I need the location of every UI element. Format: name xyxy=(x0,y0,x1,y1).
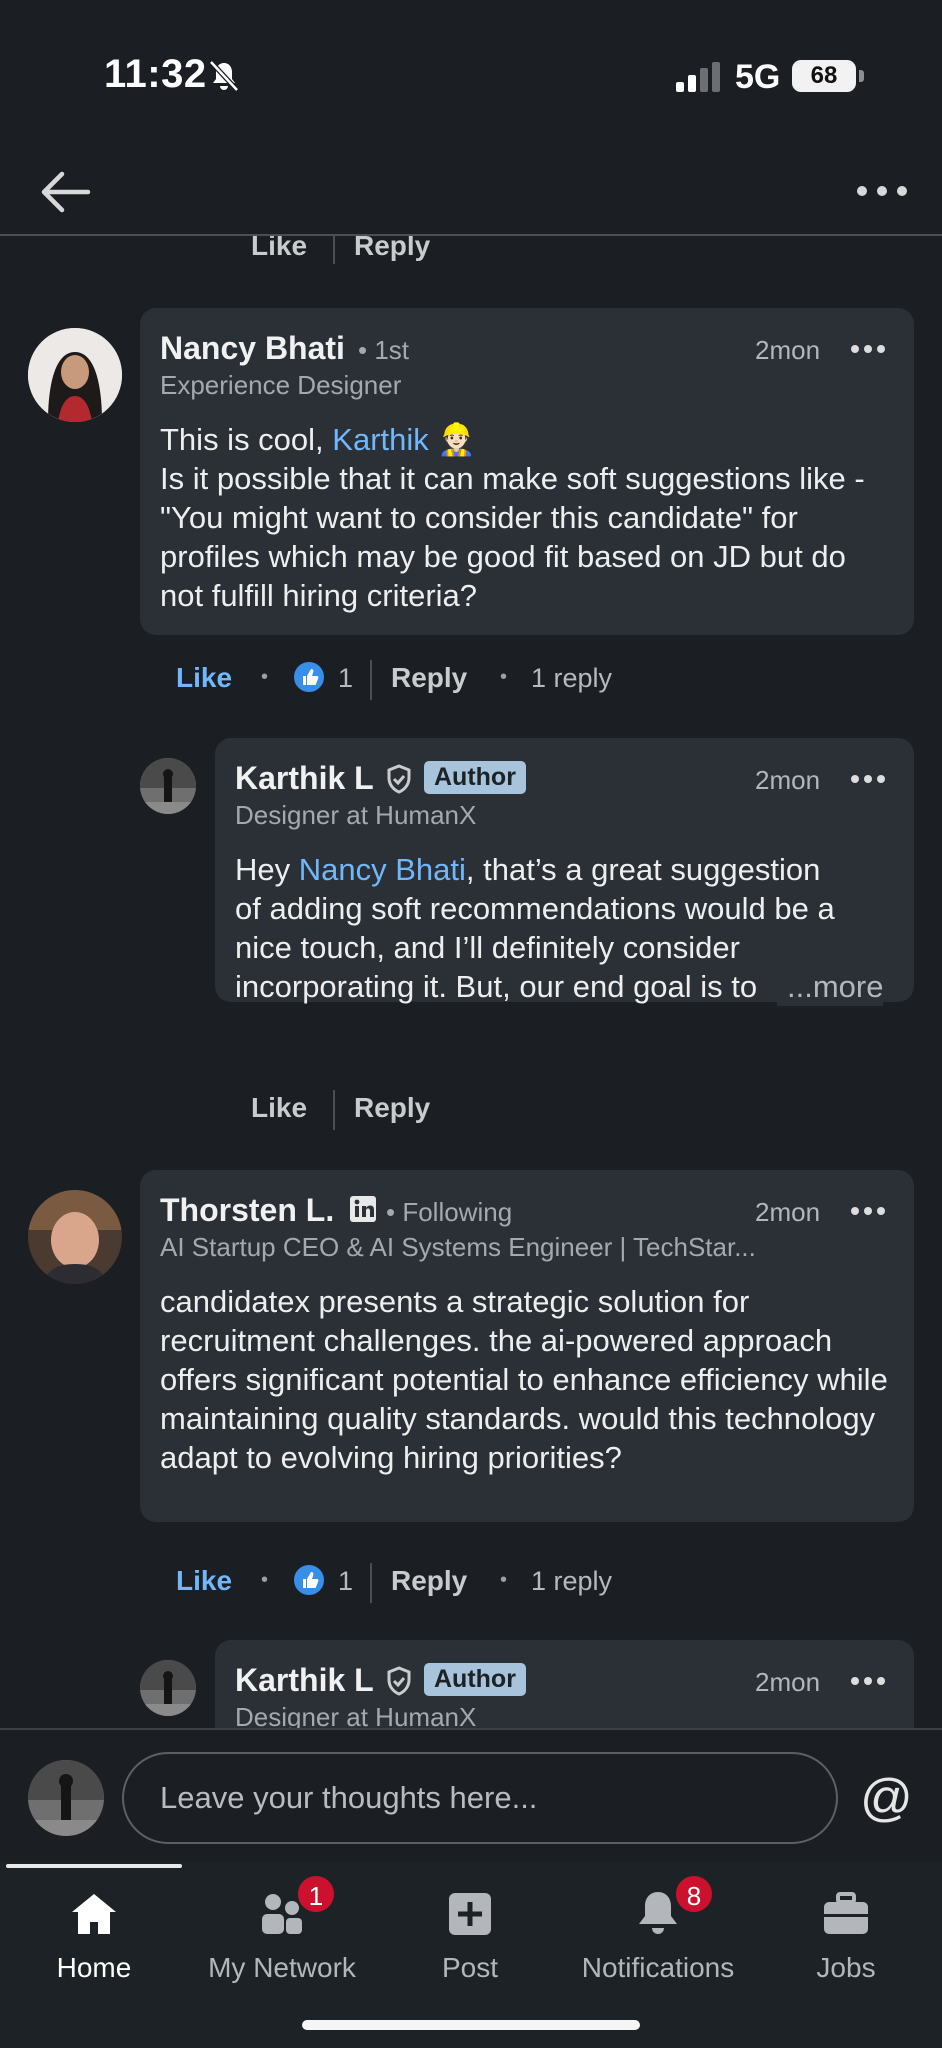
more-options-icon[interactable] xyxy=(850,1676,886,1686)
comment-bubble: Nancy Bhati • 1st Experience Designer 2m… xyxy=(140,308,914,635)
dot-separator: • xyxy=(261,1569,269,1591)
reaction-count[interactable]: 1 xyxy=(338,663,353,694)
comment-text: Hey Nancy Bhati, that’s a great suggesti… xyxy=(235,852,835,1004)
avatar[interactable] xyxy=(28,1190,122,1284)
comment-text: This is cool, Karthik 👷🏻 Is it possible … xyxy=(160,422,865,613)
tab-notifications[interactable]: 8 Notifications xyxy=(564,1874,752,1998)
replies-count[interactable]: 1 reply xyxy=(531,1566,612,1597)
notification-badge: 8 xyxy=(674,1874,714,1914)
divider xyxy=(333,1090,335,1130)
avatar[interactable] xyxy=(140,1660,196,1716)
comment-placeholder: Leave your thoughts here... xyxy=(160,1780,538,1815)
status-bar: 11:32 5G 68 xyxy=(0,0,942,150)
verified-shield-icon xyxy=(387,764,411,794)
tab-post[interactable]: Post xyxy=(376,1878,564,1998)
arrow-left-icon[interactable] xyxy=(36,162,96,222)
verified-shield-icon xyxy=(387,1666,411,1696)
comment-composer: Leave your thoughts here... @ xyxy=(0,1728,942,1862)
like-button[interactable]: Like xyxy=(251,1092,307,1124)
commenter-headline: Experience Designer xyxy=(160,370,402,400)
like-button[interactable]: Like xyxy=(176,1565,232,1597)
mention-button[interactable]: @ xyxy=(860,1768,913,1828)
comments-thread: Like Reply Nancy Bhati • 1st Experience … xyxy=(0,236,942,1728)
like-button[interactable]: Like xyxy=(251,236,307,262)
comment-time: 2mon xyxy=(755,765,821,795)
comment-bubble: Thorsten L. • Following AI Startup CEO &… xyxy=(140,1170,914,1522)
avatar[interactable] xyxy=(28,328,122,422)
reply-button[interactable]: Reply xyxy=(391,662,467,694)
tab-label: Jobs xyxy=(816,1952,876,1983)
reply-button[interactable]: Reply xyxy=(354,1092,430,1124)
reply-button[interactable]: Reply xyxy=(354,236,430,262)
more-options-icon[interactable] xyxy=(850,344,886,354)
more-horizontal-icon[interactable] xyxy=(856,176,908,206)
tab-my-network[interactable]: 1 My Network xyxy=(188,1874,376,1998)
divider xyxy=(370,1563,372,1603)
tab-label: Post xyxy=(441,1952,499,1983)
divider xyxy=(370,660,372,700)
linkedin-premium-icon xyxy=(350,1196,376,1222)
commenter-headline: Designer at HumanX xyxy=(235,1702,477,1728)
like-reaction-icon[interactable] xyxy=(292,660,326,694)
dot-separator: • xyxy=(500,1569,508,1591)
more-options-icon[interactable] xyxy=(850,1206,886,1216)
like-button[interactable]: Like xyxy=(176,662,232,694)
bottom-nav: Home 1 My Network Post 8 Notifications J… xyxy=(0,1862,942,2048)
mention-link[interactable]: Nancy Bhati xyxy=(299,852,466,887)
avatar[interactable] xyxy=(140,758,196,814)
reply-button[interactable]: Reply xyxy=(391,1565,467,1597)
see-more-link[interactable]: ...more xyxy=(777,967,884,1006)
comment-input[interactable]: Leave your thoughts here... xyxy=(122,1752,838,1844)
commenter-name[interactable]: Nancy Bhati xyxy=(160,330,345,367)
commenter-name[interactable]: Karthik L xyxy=(235,760,374,797)
divider xyxy=(333,236,335,264)
connection-degree: • 1st xyxy=(358,335,410,365)
home-indicator xyxy=(302,2020,640,2030)
commenter-name[interactable]: Karthik L xyxy=(235,1662,374,1699)
like-reaction-icon[interactable] xyxy=(292,1563,326,1597)
home-icon xyxy=(72,1894,116,1934)
reply-bubble: Karthik L Author Designer at HumanX 2mon xyxy=(215,1640,914,1728)
my-avatar[interactable] xyxy=(28,1760,104,1836)
battery-tip xyxy=(859,70,864,82)
connection-status: • Following xyxy=(386,1197,513,1227)
dot-separator: • xyxy=(261,666,269,688)
more-options-icon[interactable] xyxy=(850,774,886,784)
briefcase-icon xyxy=(824,1892,868,1934)
status-time: 11:32 xyxy=(104,52,207,96)
active-tab-indicator xyxy=(6,1864,182,1868)
reply-bubble: Karthik L Author Designer at HumanX 2mon… xyxy=(215,738,914,1006)
signal-icon xyxy=(676,62,720,92)
emoji: 👷🏻 xyxy=(437,422,476,457)
tab-label: Home xyxy=(56,1952,132,1983)
comment-text: candidatex presents a strategic solution… xyxy=(160,1284,888,1475)
comment-time: 2mon xyxy=(755,1667,821,1697)
tab-label: My Network xyxy=(208,1952,356,1983)
dot-separator: • xyxy=(500,666,508,688)
commenter-name[interactable]: Thorsten L. xyxy=(160,1192,334,1229)
comment-time: 2mon xyxy=(755,1197,821,1227)
reaction-count[interactable]: 1 xyxy=(338,1566,353,1597)
top-nav xyxy=(0,150,942,236)
commenter-headline: AI Startup CEO & AI Systems Engineer | T… xyxy=(160,1232,756,1262)
tab-jobs[interactable]: Jobs xyxy=(752,1878,940,1998)
battery-level: 68 xyxy=(792,60,856,92)
network-type: 5G xyxy=(735,58,781,96)
post-icon xyxy=(449,1893,491,1935)
bell-off-icon xyxy=(209,60,239,92)
tab-home[interactable]: Home xyxy=(0,1878,188,1998)
commenter-headline: Designer at HumanX xyxy=(235,800,477,830)
comment-time: 2mon xyxy=(755,335,821,365)
tab-label: Notifications xyxy=(581,1952,735,1983)
replies-count[interactable]: 1 reply xyxy=(531,663,612,694)
notification-badge: 1 xyxy=(296,1874,336,1914)
author-badge: Author xyxy=(424,761,526,794)
author-badge: Author xyxy=(424,1663,526,1696)
mention-link[interactable]: Karthik xyxy=(332,422,428,457)
